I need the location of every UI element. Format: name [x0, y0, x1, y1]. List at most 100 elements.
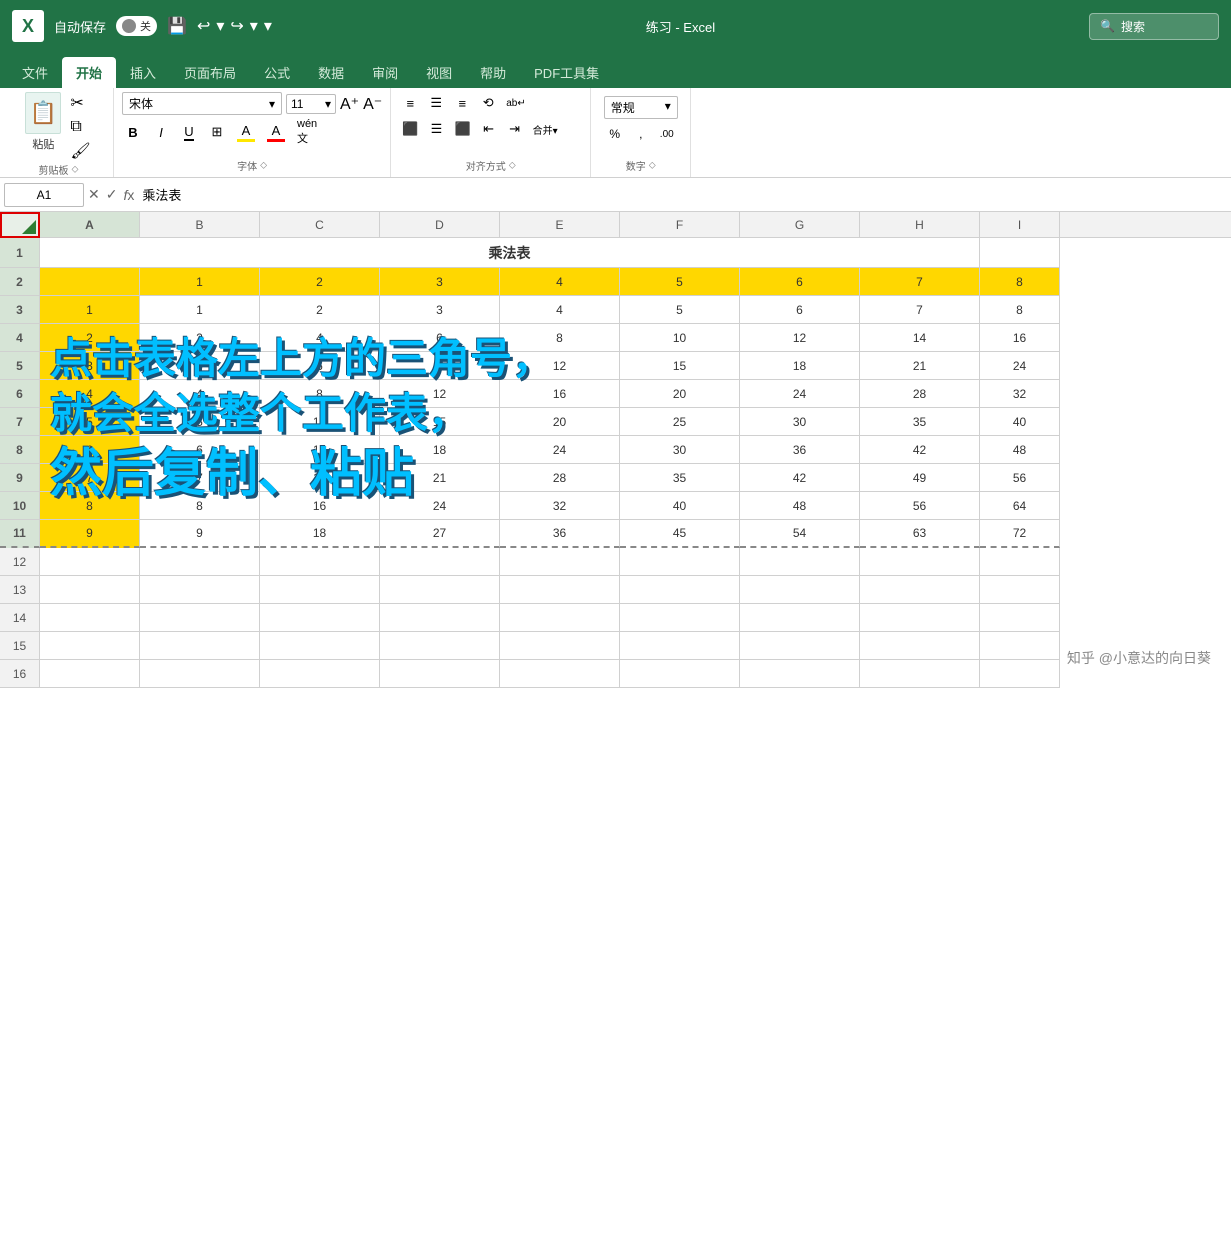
cell-h8[interactable]: 42: [860, 436, 980, 464]
cell-b15[interactable]: [140, 632, 260, 660]
cell-i2[interactable]: 8: [980, 268, 1060, 296]
undo-dropdown[interactable]: ▾: [216, 16, 224, 36]
tab-review[interactable]: 审阅: [358, 57, 412, 88]
cell-a7[interactable]: 5: [40, 408, 140, 436]
cell-f5[interactable]: 15: [620, 352, 740, 380]
underline-button[interactable]: U: [178, 121, 200, 143]
cell-a9[interactable]: 7: [40, 464, 140, 492]
row-header-5[interactable]: 5: [0, 352, 40, 380]
cell-g14[interactable]: [740, 604, 860, 632]
cell-a3[interactable]: 1: [40, 296, 140, 324]
formula-cancel-icon[interactable]: ✕: [88, 186, 100, 203]
cell-c12[interactable]: [260, 548, 380, 576]
cell-c11[interactable]: 18: [260, 520, 380, 548]
cell-h11[interactable]: 63: [860, 520, 980, 548]
redo-button[interactable]: ↪: [230, 16, 243, 36]
cell-c8[interactable]: 12: [260, 436, 380, 464]
cell-h14[interactable]: [860, 604, 980, 632]
cell-b9[interactable]: 7: [140, 464, 260, 492]
cell-e10[interactable]: 32: [500, 492, 620, 520]
align-top-left-button[interactable]: ≡: [399, 92, 421, 114]
cell-d7[interactable]: 15: [380, 408, 500, 436]
cell-h6[interactable]: 28: [860, 380, 980, 408]
cell-g8[interactable]: 36: [740, 436, 860, 464]
row-header-4[interactable]: 4: [0, 324, 40, 352]
cell-d15[interactable]: [380, 632, 500, 660]
cell-i10[interactable]: 64: [980, 492, 1060, 520]
cell-f9[interactable]: 35: [620, 464, 740, 492]
formula-confirm-icon[interactable]: ✓: [106, 186, 118, 203]
cell-f6[interactable]: 20: [620, 380, 740, 408]
cell-b8[interactable]: 6: [140, 436, 260, 464]
cell-a16[interactable]: [40, 660, 140, 688]
cell-i6[interactable]: 32: [980, 380, 1060, 408]
cell-b10[interactable]: 8: [140, 492, 260, 520]
cell-a14[interactable]: [40, 604, 140, 632]
tab-data[interactable]: 数据: [304, 57, 358, 88]
text-rotate-button[interactable]: ⟲: [477, 92, 499, 114]
cell-i3[interactable]: 8: [980, 296, 1060, 324]
formula-fx-icon[interactable]: fx: [123, 187, 134, 203]
cell-d16[interactable]: [380, 660, 500, 688]
align-center-button[interactable]: ☰: [425, 118, 447, 140]
border-button[interactable]: ⊞: [206, 121, 228, 143]
cell-h9[interactable]: 49: [860, 464, 980, 492]
cell-f12[interactable]: [620, 548, 740, 576]
cell-e13[interactable]: [500, 576, 620, 604]
cell-c3[interactable]: 2: [260, 296, 380, 324]
merge-cells-button[interactable]: 合并▾: [530, 118, 561, 140]
row-header-6[interactable]: 6: [0, 380, 40, 408]
cell-g16[interactable]: [740, 660, 860, 688]
cell-a13[interactable]: [40, 576, 140, 604]
cell-b2[interactable]: 1: [140, 268, 260, 296]
paste-button[interactable]: 📋 粘贴: [25, 92, 61, 152]
cell-i1[interactable]: [980, 238, 1060, 268]
cell-b3[interactable]: 1: [140, 296, 260, 324]
row-header-10[interactable]: 10: [0, 492, 40, 520]
font-decrease-button[interactable]: A⁻: [363, 94, 382, 114]
cell-h2[interactable]: 7: [860, 268, 980, 296]
cell-a2[interactable]: [40, 268, 140, 296]
cell-d11[interactable]: 27: [380, 520, 500, 548]
cell-f3[interactable]: 5: [620, 296, 740, 324]
row-header-7[interactable]: 7: [0, 408, 40, 436]
cell-e5[interactable]: 12: [500, 352, 620, 380]
cell-i8[interactable]: 48: [980, 436, 1060, 464]
cell-a15[interactable]: [40, 632, 140, 660]
cell-e9[interactable]: 28: [500, 464, 620, 492]
cell-f10[interactable]: 40: [620, 492, 740, 520]
cell-c7[interactable]: 10: [260, 408, 380, 436]
cell-b12[interactable]: [140, 548, 260, 576]
cell-h15[interactable]: [860, 632, 980, 660]
cell-d2[interactable]: 3: [380, 268, 500, 296]
font-color-button[interactable]: A: [264, 121, 288, 143]
cell-d6[interactable]: 12: [380, 380, 500, 408]
cell-c13[interactable]: [260, 576, 380, 604]
cell-b13[interactable]: [140, 576, 260, 604]
cell-a5[interactable]: 3: [40, 352, 140, 380]
cell-d9[interactable]: 21: [380, 464, 500, 492]
cell-e11[interactable]: 36: [500, 520, 620, 548]
cell-g13[interactable]: [740, 576, 860, 604]
cell-h12[interactable]: [860, 548, 980, 576]
cell-f14[interactable]: [620, 604, 740, 632]
row-header-9[interactable]: 9: [0, 464, 40, 492]
cell-f2[interactable]: 5: [620, 268, 740, 296]
row-header-2[interactable]: 2: [0, 268, 40, 296]
indent-decrease-button[interactable]: ⇤: [478, 118, 500, 140]
cell-g9[interactable]: 42: [740, 464, 860, 492]
comma-button[interactable]: ,: [630, 123, 652, 145]
cell-e14[interactable]: [500, 604, 620, 632]
percent-button[interactable]: %: [604, 123, 626, 145]
cell-h4[interactable]: 14: [860, 324, 980, 352]
align-top-center-button[interactable]: ☰: [425, 92, 447, 114]
format-painter-button[interactable]: 🖌: [69, 140, 91, 162]
tab-file[interactable]: 文件: [8, 57, 62, 88]
cell-a10[interactable]: 8: [40, 492, 140, 520]
cell-e6[interactable]: 16: [500, 380, 620, 408]
row-header-8[interactable]: 8: [0, 436, 40, 464]
col-header-i[interactable]: I: [980, 212, 1060, 238]
cell-h10[interactable]: 56: [860, 492, 980, 520]
align-top-right-button[interactable]: ≡: [451, 92, 473, 114]
col-header-e[interactable]: E: [500, 212, 620, 238]
